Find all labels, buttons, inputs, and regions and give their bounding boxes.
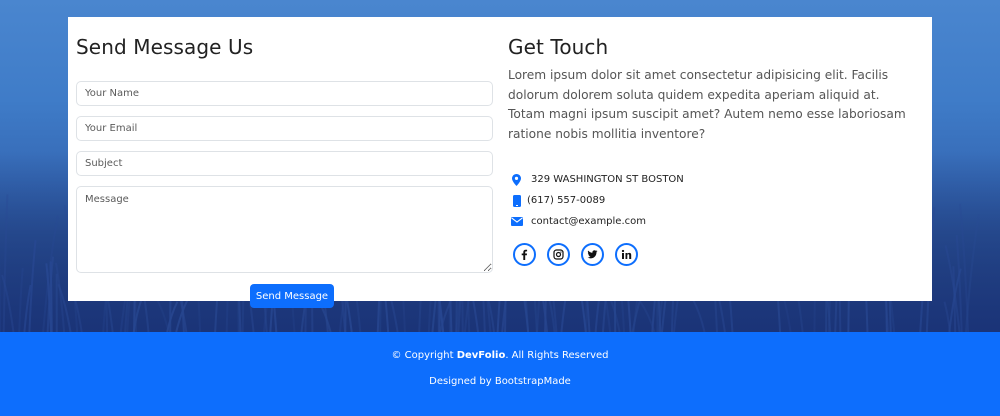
credits-prefix: Designed by (429, 376, 495, 387)
phone-row: (617) 557-0089 (508, 190, 913, 211)
twitter-icon (587, 250, 598, 259)
instagram-icon (553, 249, 564, 260)
bootstrapmade-link[interactable]: BootstrapMade (495, 376, 571, 387)
site-footer: © Copyright DevFolio. All Rights Reserve… (0, 332, 1000, 416)
facebook-icon (521, 249, 528, 260)
credits: Designed by BootstrapMade (0, 376, 1000, 387)
message-textarea[interactable] (76, 186, 493, 273)
email-row: contact@example.com (508, 211, 913, 232)
twitter-link[interactable] (581, 243, 604, 266)
info-title: Get Touch (508, 35, 609, 59)
facebook-link[interactable] (513, 243, 536, 266)
instagram-link[interactable] (547, 243, 570, 266)
linkedin-link[interactable] (615, 243, 638, 266)
copyright: © Copyright DevFolio. All Rights Reserve… (0, 350, 1000, 361)
send-message-button[interactable]: Send Message (250, 284, 334, 308)
brand-name: DevFolio (456, 350, 506, 361)
contact-info: Get Touch Lorem ipsum dolor sit amet con… (508, 35, 913, 266)
envelope-icon (510, 215, 523, 228)
contact-form: Send Message Us Send Message (76, 35, 493, 308)
copyright-prefix: © Copyright (391, 350, 457, 361)
subject-input[interactable] (76, 151, 493, 176)
map-pin-icon (510, 173, 523, 186)
contact-list: 329 WASHINGTON ST BOSTON (617) 557-0089 … (508, 169, 913, 232)
email-text: contact@example.com (531, 216, 646, 227)
form-title: Send Message Us (76, 35, 254, 59)
about-text: Lorem ipsum dolor sit amet consectetur a… (508, 68, 906, 141)
address-row: 329 WASHINGTON ST BOSTON (508, 169, 913, 190)
email-input[interactable] (76, 116, 493, 141)
name-input[interactable] (76, 81, 493, 106)
linkedin-icon (621, 249, 632, 259)
address-text: 329 WASHINGTON ST BOSTON (531, 174, 684, 185)
hero-background: Send Message Us Send Message Get Touch L… (0, 0, 1000, 332)
copyright-suffix: . All Rights Reserved (505, 350, 609, 361)
phone-icon (510, 194, 523, 207)
social-links (513, 243, 638, 266)
phone-text: (617) 557-0089 (527, 195, 606, 206)
contact-card: Send Message Us Send Message Get Touch L… (68, 17, 932, 308)
